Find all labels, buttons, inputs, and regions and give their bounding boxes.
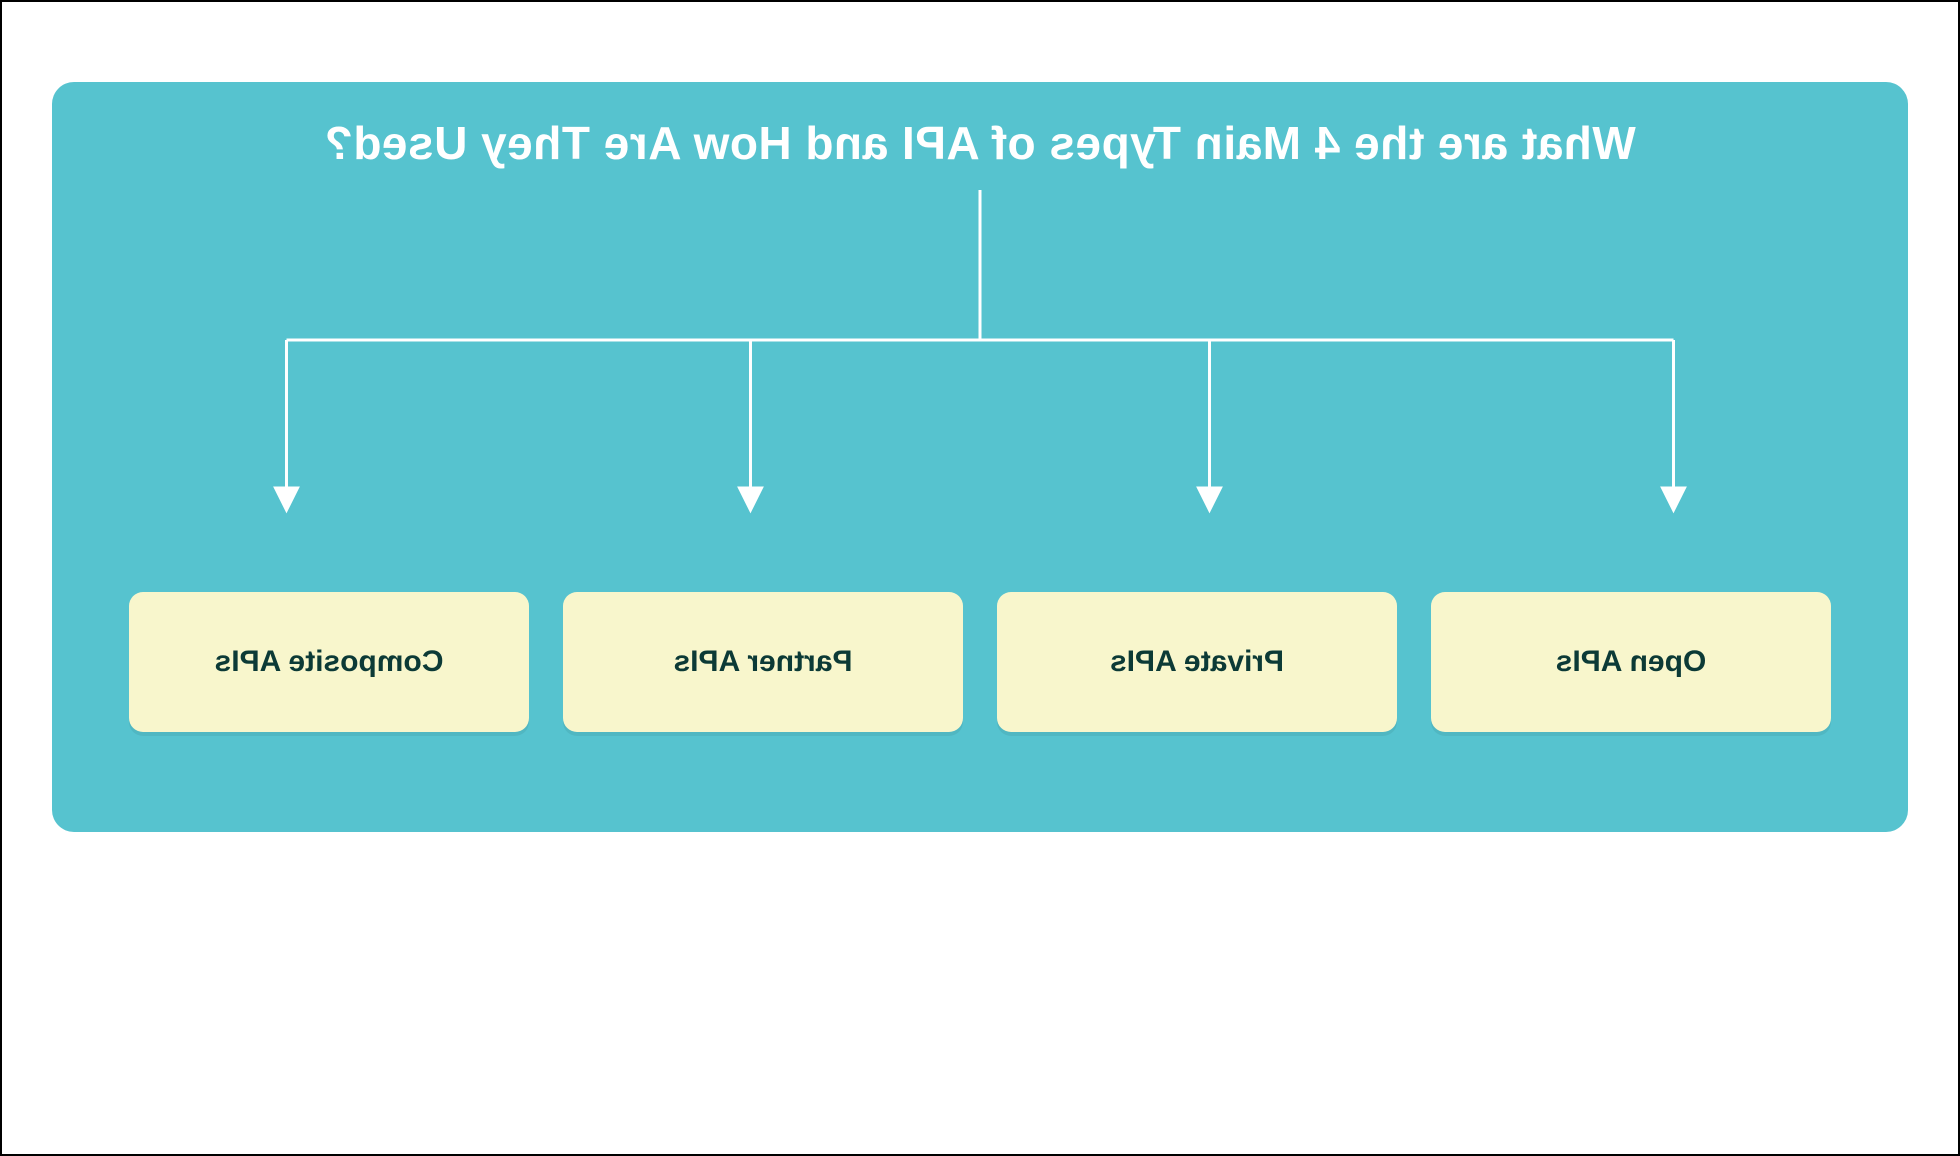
api-type-box-private: Private APIs [997,592,1397,732]
api-type-box-partner: Partner APIs [563,592,963,732]
api-type-label: Private APIs [1110,645,1284,679]
api-type-label: Partner APIs [674,645,853,679]
diagram-panel: What are the 4 Main Types of API and How… [52,82,1908,832]
page-frame: What are the 4 Main Types of API and How… [0,0,1960,1156]
api-type-label: Open APIs [1556,645,1707,679]
diagram-title: What are the 4 Main Types of API and How… [52,116,1908,170]
api-type-label: Composite APIs [215,645,444,679]
api-type-box-open: Open APIs [1431,592,1831,732]
connector-lines [52,190,1908,530]
api-type-boxes: Open APIs Private APIs Partner APIs Comp… [52,592,1908,732]
api-type-box-composite: Composite APIs [129,592,529,732]
